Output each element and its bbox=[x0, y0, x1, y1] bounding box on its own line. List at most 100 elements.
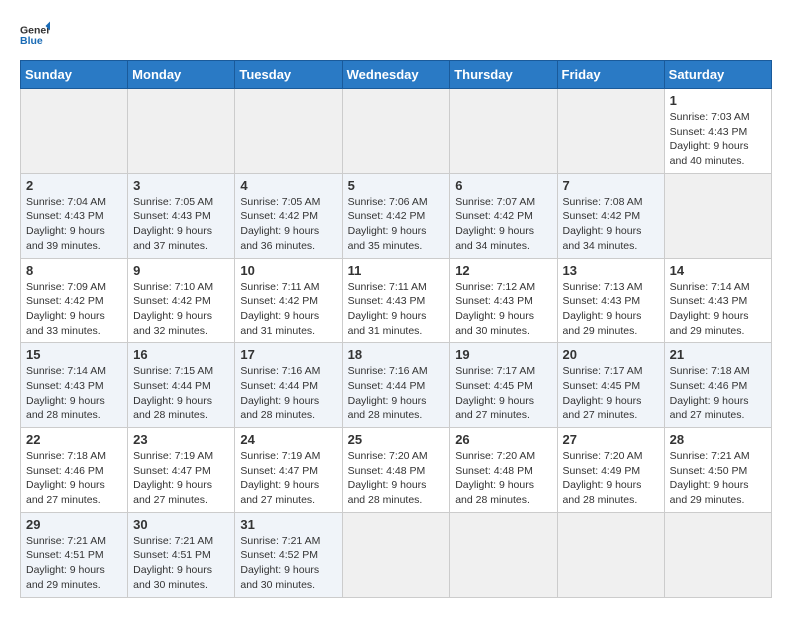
day-number: 3 bbox=[133, 178, 229, 193]
day-number: 11 bbox=[348, 263, 445, 278]
day-cell: 15 Sunrise: 7:14 AMSunset: 4:43 PMDaylig… bbox=[21, 343, 128, 428]
header-row: SundayMondayTuesdayWednesdayThursdayFrid… bbox=[21, 61, 772, 89]
page-header: General Blue bbox=[20, 20, 772, 50]
day-info: Sunrise: 7:16 AMSunset: 4:44 PMDaylight:… bbox=[240, 365, 320, 421]
day-cell: 9 Sunrise: 7:10 AMSunset: 4:42 PMDayligh… bbox=[128, 258, 235, 343]
day-number: 31 bbox=[240, 517, 336, 532]
day-cell: 2 Sunrise: 7:04 AMSunset: 4:43 PMDayligh… bbox=[21, 173, 128, 258]
day-cell: 3 Sunrise: 7:05 AMSunset: 4:43 PMDayligh… bbox=[128, 173, 235, 258]
day-cell: 31 Sunrise: 7:21 AMSunset: 4:52 PMDaylig… bbox=[235, 512, 342, 597]
week-row-1: 1 Sunrise: 7:03 AMSunset: 4:43 PMDayligh… bbox=[21, 89, 772, 174]
day-number: 21 bbox=[670, 347, 766, 362]
day-info: Sunrise: 7:03 AMSunset: 4:43 PMDaylight:… bbox=[670, 111, 750, 167]
column-header-sunday: Sunday bbox=[21, 61, 128, 89]
day-cell: 30 Sunrise: 7:21 AMSunset: 4:51 PMDaylig… bbox=[128, 512, 235, 597]
week-row-6: 29 Sunrise: 7:21 AMSunset: 4:51 PMDaylig… bbox=[21, 512, 772, 597]
day-info: Sunrise: 7:10 AMSunset: 4:42 PMDaylight:… bbox=[133, 281, 213, 337]
day-info: Sunrise: 7:07 AMSunset: 4:42 PMDaylight:… bbox=[455, 196, 535, 252]
day-cell: 28 Sunrise: 7:21 AMSunset: 4:50 PMDaylig… bbox=[664, 428, 771, 513]
day-number: 20 bbox=[563, 347, 659, 362]
day-cell: 14 Sunrise: 7:14 AMSunset: 4:43 PMDaylig… bbox=[664, 258, 771, 343]
day-number: 12 bbox=[455, 263, 551, 278]
day-cell bbox=[557, 89, 664, 174]
day-cell bbox=[557, 512, 664, 597]
day-cell: 29 Sunrise: 7:21 AMSunset: 4:51 PMDaylig… bbox=[21, 512, 128, 597]
column-header-monday: Monday bbox=[128, 61, 235, 89]
day-cell: 23 Sunrise: 7:19 AMSunset: 4:47 PMDaylig… bbox=[128, 428, 235, 513]
day-cell: 12 Sunrise: 7:12 AMSunset: 4:43 PMDaylig… bbox=[450, 258, 557, 343]
day-number: 13 bbox=[563, 263, 659, 278]
day-info: Sunrise: 7:09 AMSunset: 4:42 PMDaylight:… bbox=[26, 281, 106, 337]
calendar-table: SundayMondayTuesdayWednesdayThursdayFrid… bbox=[20, 60, 772, 598]
day-info: Sunrise: 7:11 AMSunset: 4:43 PMDaylight:… bbox=[348, 281, 427, 337]
day-number: 4 bbox=[240, 178, 336, 193]
week-row-2: 2 Sunrise: 7:04 AMSunset: 4:43 PMDayligh… bbox=[21, 173, 772, 258]
day-info: Sunrise: 7:18 AMSunset: 4:46 PMDaylight:… bbox=[670, 365, 750, 421]
day-number: 29 bbox=[26, 517, 122, 532]
day-info: Sunrise: 7:06 AMSunset: 4:42 PMDaylight:… bbox=[348, 196, 428, 252]
column-header-wednesday: Wednesday bbox=[342, 61, 450, 89]
day-number: 25 bbox=[348, 432, 445, 447]
day-number: 9 bbox=[133, 263, 229, 278]
logo: General Blue bbox=[20, 20, 50, 50]
day-info: Sunrise: 7:19 AMSunset: 4:47 PMDaylight:… bbox=[133, 450, 213, 506]
day-cell: 5 Sunrise: 7:06 AMSunset: 4:42 PMDayligh… bbox=[342, 173, 450, 258]
day-cell: 22 Sunrise: 7:18 AMSunset: 4:46 PMDaylig… bbox=[21, 428, 128, 513]
column-header-friday: Friday bbox=[557, 61, 664, 89]
day-cell bbox=[235, 89, 342, 174]
column-header-thursday: Thursday bbox=[450, 61, 557, 89]
day-info: Sunrise: 7:21 AMSunset: 4:51 PMDaylight:… bbox=[133, 535, 213, 591]
svg-text:Blue: Blue bbox=[20, 35, 43, 47]
day-cell: 4 Sunrise: 7:05 AMSunset: 4:42 PMDayligh… bbox=[235, 173, 342, 258]
day-number: 2 bbox=[26, 178, 122, 193]
day-number: 18 bbox=[348, 347, 445, 362]
day-info: Sunrise: 7:11 AMSunset: 4:42 PMDaylight:… bbox=[240, 281, 319, 337]
day-cell bbox=[128, 89, 235, 174]
day-info: Sunrise: 7:20 AMSunset: 4:48 PMDaylight:… bbox=[455, 450, 535, 506]
day-cell: 16 Sunrise: 7:15 AMSunset: 4:44 PMDaylig… bbox=[128, 343, 235, 428]
column-header-tuesday: Tuesday bbox=[235, 61, 342, 89]
day-number: 5 bbox=[348, 178, 445, 193]
day-info: Sunrise: 7:18 AMSunset: 4:46 PMDaylight:… bbox=[26, 450, 106, 506]
day-number: 1 bbox=[670, 93, 766, 108]
day-cell bbox=[342, 89, 450, 174]
day-info: Sunrise: 7:21 AMSunset: 4:50 PMDaylight:… bbox=[670, 450, 750, 506]
day-info: Sunrise: 7:04 AMSunset: 4:43 PMDaylight:… bbox=[26, 196, 106, 252]
day-info: Sunrise: 7:17 AMSunset: 4:45 PMDaylight:… bbox=[455, 365, 535, 421]
day-info: Sunrise: 7:12 AMSunset: 4:43 PMDaylight:… bbox=[455, 281, 535, 337]
day-number: 8 bbox=[26, 263, 122, 278]
day-number: 7 bbox=[563, 178, 659, 193]
day-number: 22 bbox=[26, 432, 122, 447]
day-cell: 25 Sunrise: 7:20 AMSunset: 4:48 PMDaylig… bbox=[342, 428, 450, 513]
day-number: 10 bbox=[240, 263, 336, 278]
day-cell: 18 Sunrise: 7:16 AMSunset: 4:44 PMDaylig… bbox=[342, 343, 450, 428]
day-cell bbox=[450, 89, 557, 174]
day-info: Sunrise: 7:08 AMSunset: 4:42 PMDaylight:… bbox=[563, 196, 643, 252]
day-number: 19 bbox=[455, 347, 551, 362]
day-cell: 20 Sunrise: 7:17 AMSunset: 4:45 PMDaylig… bbox=[557, 343, 664, 428]
day-cell: 10 Sunrise: 7:11 AMSunset: 4:42 PMDaylig… bbox=[235, 258, 342, 343]
day-info: Sunrise: 7:20 AMSunset: 4:48 PMDaylight:… bbox=[348, 450, 428, 506]
logo-icon: General Blue bbox=[20, 20, 50, 50]
day-info: Sunrise: 7:13 AMSunset: 4:43 PMDaylight:… bbox=[563, 281, 643, 337]
day-number: 24 bbox=[240, 432, 336, 447]
day-info: Sunrise: 7:05 AMSunset: 4:43 PMDaylight:… bbox=[133, 196, 213, 252]
week-row-5: 22 Sunrise: 7:18 AMSunset: 4:46 PMDaylig… bbox=[21, 428, 772, 513]
day-cell: 27 Sunrise: 7:20 AMSunset: 4:49 PMDaylig… bbox=[557, 428, 664, 513]
day-cell: 6 Sunrise: 7:07 AMSunset: 4:42 PMDayligh… bbox=[450, 173, 557, 258]
day-cell: 8 Sunrise: 7:09 AMSunset: 4:42 PMDayligh… bbox=[21, 258, 128, 343]
column-header-saturday: Saturday bbox=[664, 61, 771, 89]
day-number: 15 bbox=[26, 347, 122, 362]
day-cell bbox=[21, 89, 128, 174]
day-cell bbox=[450, 512, 557, 597]
day-number: 6 bbox=[455, 178, 551, 193]
day-info: Sunrise: 7:14 AMSunset: 4:43 PMDaylight:… bbox=[670, 281, 750, 337]
day-info: Sunrise: 7:05 AMSunset: 4:42 PMDaylight:… bbox=[240, 196, 320, 252]
day-number: 30 bbox=[133, 517, 229, 532]
day-info: Sunrise: 7:16 AMSunset: 4:44 PMDaylight:… bbox=[348, 365, 428, 421]
day-number: 14 bbox=[670, 263, 766, 278]
day-number: 16 bbox=[133, 347, 229, 362]
day-number: 23 bbox=[133, 432, 229, 447]
day-cell bbox=[664, 173, 771, 258]
day-cell: 17 Sunrise: 7:16 AMSunset: 4:44 PMDaylig… bbox=[235, 343, 342, 428]
